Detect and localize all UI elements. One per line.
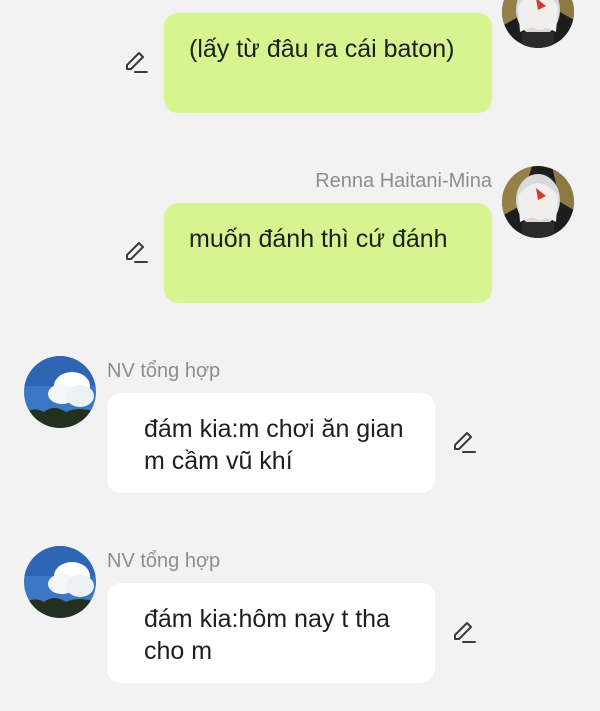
message-text: muốn đánh thì cứ đánh	[189, 225, 448, 253]
sky-cloud-avatar-icon	[24, 546, 96, 618]
message-bubble-outgoing[interactable]: (lấy từ đâu ra cái baton)	[164, 13, 492, 113]
anime-character-avatar-icon	[502, 166, 574, 238]
message-bubble-outgoing[interactable]: muốn đánh thì cứ đánh	[164, 203, 492, 303]
edit-message-button[interactable]	[450, 429, 478, 457]
sender-name: NV tổng hợp	[107, 360, 221, 382]
message-text: đám kia:m chơi ăn gian m cầm vũ khí	[144, 415, 404, 475]
edit-message-button[interactable]	[450, 619, 478, 647]
sender-avatar[interactable]	[24, 546, 96, 618]
edit-message-button[interactable]	[122, 49, 150, 77]
pencil-edit-icon	[454, 622, 476, 643]
sky-cloud-avatar-icon	[24, 356, 96, 428]
anime-character-avatar-icon	[502, 0, 574, 48]
sender-name: Renna Haitani-Mina	[315, 170, 492, 192]
message-bubble-incoming[interactable]: đám kia:hôm nay t tha cho m	[107, 583, 435, 683]
edit-message-button[interactable]	[122, 239, 150, 267]
message-text: (lấy từ đâu ra cái baton)	[189, 35, 455, 63]
sender-avatar[interactable]	[502, 0, 574, 48]
pencil-edit-icon	[126, 242, 148, 263]
sender-avatar[interactable]	[24, 356, 96, 428]
pencil-edit-icon	[126, 52, 148, 73]
sender-name: NV tổng hợp	[107, 550, 221, 572]
pencil-edit-icon	[454, 432, 476, 453]
sender-avatar[interactable]	[502, 166, 574, 238]
message-bubble-incoming[interactable]: đám kia:m chơi ăn gian m cầm vũ khí	[107, 393, 435, 493]
message-text: đám kia:hôm nay t tha cho m	[144, 605, 390, 665]
